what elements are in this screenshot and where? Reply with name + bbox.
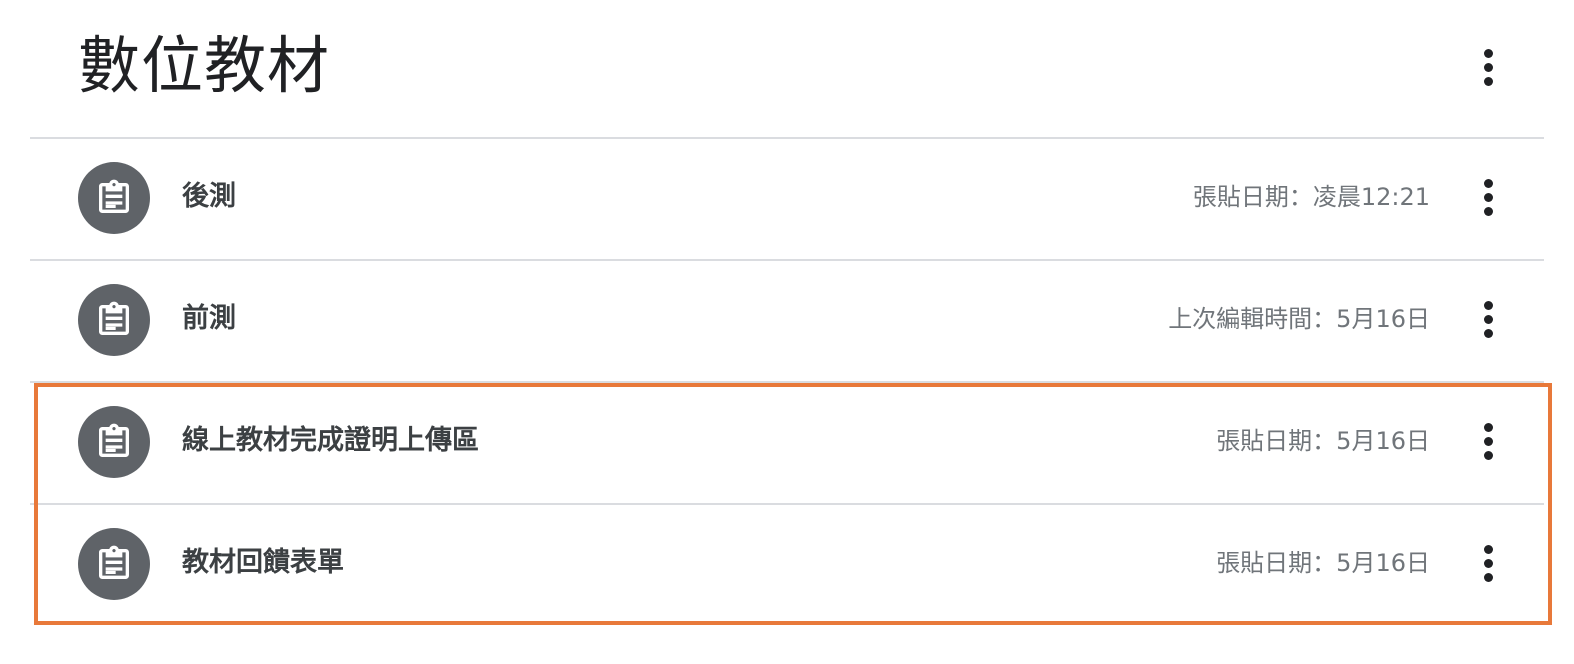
dot xyxy=(1483,436,1493,446)
assignment-icon xyxy=(78,406,150,478)
dot xyxy=(1483,62,1493,72)
material-list: 後測 張貼日期：凌晨12:21 前測 上次編輯時間：5月16日 線上教材完成證明… xyxy=(30,139,1544,625)
dot xyxy=(1483,206,1493,216)
item-date: 張貼日期：凌晨12:21 xyxy=(1192,183,1430,211)
dot xyxy=(1483,558,1493,568)
dot xyxy=(1483,422,1493,432)
dot xyxy=(1483,450,1493,460)
item-title[interactable]: 前測 xyxy=(182,299,236,339)
dot xyxy=(1483,544,1493,554)
dot xyxy=(1483,76,1493,86)
dot xyxy=(1483,178,1493,188)
assignment-icon xyxy=(78,528,150,600)
more-vert-icon[interactable] xyxy=(1468,539,1508,587)
dot xyxy=(1483,314,1493,324)
more-vert-icon[interactable] xyxy=(1468,173,1508,221)
list-item[interactable]: 後測 張貼日期：凌晨12:21 xyxy=(30,139,1544,261)
assignment-icon xyxy=(78,162,150,234)
topic-header: 數位教材 xyxy=(30,0,1544,139)
more-vert-icon[interactable] xyxy=(1468,295,1508,343)
item-title[interactable]: 線上教材完成證明上傳區 xyxy=(182,421,479,461)
item-date: 張貼日期：5月16日 xyxy=(1216,549,1430,577)
more-vert-icon[interactable] xyxy=(1468,43,1508,91)
dot xyxy=(1483,328,1493,338)
list-item[interactable]: 前測 上次編輯時間：5月16日 xyxy=(30,261,1544,383)
item-title[interactable]: 教材回饋表單 xyxy=(182,543,344,583)
item-title[interactable]: 後測 xyxy=(182,177,236,217)
dot xyxy=(1483,48,1493,58)
list-item[interactable]: 教材回饋表單 張貼日期：5月16日 xyxy=(30,505,1544,625)
more-vert-icon[interactable] xyxy=(1468,417,1508,465)
dot xyxy=(1483,300,1493,310)
list-item[interactable]: 線上教材完成證明上傳區 張貼日期：5月16日 xyxy=(30,383,1544,505)
assignment-icon xyxy=(78,284,150,356)
item-date: 上次編輯時間：5月16日 xyxy=(1168,305,1430,333)
dot xyxy=(1483,572,1493,582)
dot xyxy=(1483,192,1493,202)
page-title: 數位教材 xyxy=(78,29,331,102)
item-date: 張貼日期：5月16日 xyxy=(1216,427,1430,455)
